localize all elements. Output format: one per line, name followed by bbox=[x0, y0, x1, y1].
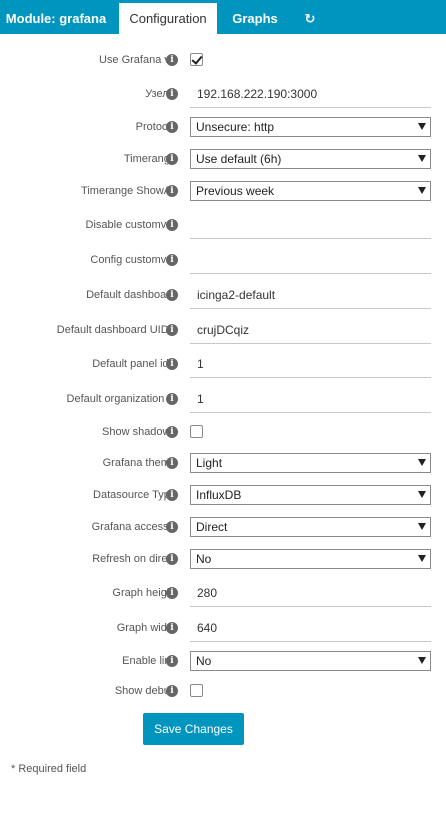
default-dashboard-uid-label: Default dashboard UID * bbox=[56, 324, 176, 336]
show-debug-checkbox[interactable] bbox=[190, 684, 203, 697]
tab-graphs[interactable]: Graphs bbox=[224, 3, 286, 34]
disable-customvar-input[interactable] bbox=[190, 211, 431, 239]
info-icon[interactable]: i bbox=[166, 358, 178, 370]
row-timerange-showall: Timerange ShowAll i Previous week bbox=[0, 177, 446, 205]
info-icon[interactable]: i bbox=[166, 121, 178, 133]
info-icon[interactable]: i bbox=[166, 54, 178, 66]
save-changes-button[interactable]: Save Changes bbox=[143, 713, 244, 745]
info-icon[interactable]: i bbox=[166, 521, 178, 533]
row-config-customvar: Config customvar i bbox=[0, 246, 446, 274]
info-icon[interactable]: i bbox=[166, 587, 178, 599]
grafana-access-value: Direct bbox=[196, 520, 228, 534]
default-organization-id-input[interactable]: 1 bbox=[190, 385, 431, 413]
grafana-theme-label: Grafana theme bbox=[102, 457, 176, 469]
grafana-access-select[interactable]: Direct bbox=[190, 517, 431, 537]
info-icon[interactable]: i bbox=[166, 457, 178, 469]
tab-bar: Module: grafana Configuration Graphs ↻ bbox=[0, 0, 446, 34]
info-icon[interactable]: i bbox=[166, 185, 178, 197]
row-host: Узел * i 192.168.222.190:3000 bbox=[0, 80, 446, 108]
default-panel-id-input[interactable]: 1 bbox=[190, 350, 431, 378]
chevron-down-icon bbox=[418, 555, 426, 562]
row-timerange: Timerange i Use default (6h) bbox=[0, 145, 446, 173]
grafana-theme-value: Light bbox=[196, 456, 223, 470]
info-icon[interactable]: i bbox=[166, 553, 178, 565]
timerange-showall-select[interactable]: Previous week bbox=[190, 181, 431, 201]
chevron-down-icon bbox=[418, 459, 426, 466]
enable-link-select[interactable]: No bbox=[190, 651, 431, 671]
disable-customvar-label: Disable customvar bbox=[85, 219, 176, 231]
row-grafana-theme: Grafana theme i Light bbox=[0, 449, 446, 477]
default-dashboard-label: Default dashboard bbox=[86, 289, 176, 301]
chevron-down-icon bbox=[418, 491, 426, 498]
info-icon[interactable]: i bbox=[166, 88, 178, 100]
refresh-on-direct-value: No bbox=[196, 552, 212, 566]
protocol-select[interactable]: Unsecure: http bbox=[190, 117, 431, 137]
info-icon[interactable]: i bbox=[166, 426, 178, 438]
datasource-type-label: Datasource Type bbox=[93, 489, 176, 501]
row-show-shadows: Show shadows i bbox=[0, 418, 446, 446]
row-grafana-access: Grafana access * i Direct bbox=[0, 513, 446, 541]
info-icon[interactable]: i bbox=[166, 153, 178, 165]
default-dashboard-input[interactable]: icinga2-default bbox=[190, 281, 431, 309]
row-datasource-type: Datasource Type i InfluxDB bbox=[0, 481, 446, 509]
required-field-note: * Required field bbox=[11, 763, 87, 775]
chevron-down-icon bbox=[418, 657, 426, 664]
row-refresh-on-direct: Refresh on direct i No bbox=[0, 545, 446, 573]
info-icon[interactable]: i bbox=[166, 254, 178, 266]
info-icon[interactable]: i bbox=[166, 393, 178, 405]
default-panel-id-label: Default panel id * bbox=[92, 358, 176, 370]
info-icon[interactable]: i bbox=[166, 622, 178, 634]
row-graph-width: Graph width i 640 bbox=[0, 614, 446, 642]
show-shadows-checkbox[interactable] bbox=[190, 425, 203, 438]
graph-height-input[interactable]: 280 bbox=[190, 579, 431, 607]
chevron-down-icon bbox=[418, 523, 426, 530]
row-graph-height: Graph height i 280 bbox=[0, 579, 446, 607]
chevron-down-icon bbox=[418, 187, 426, 194]
chevron-down-icon bbox=[418, 155, 426, 162]
info-icon[interactable]: i bbox=[166, 655, 178, 667]
timerange-showall-label: Timerange ShowAll bbox=[81, 185, 176, 197]
info-icon[interactable]: i bbox=[166, 324, 178, 336]
default-dashboard-uid-input[interactable]: crujDCqiz bbox=[190, 316, 431, 344]
config-customvar-label: Config customvar bbox=[90, 254, 176, 266]
host-input[interactable]: 192.168.222.190:3000 bbox=[190, 80, 431, 108]
tab-module-grafana[interactable]: Module: grafana bbox=[0, 3, 112, 34]
timerange-select[interactable]: Use default (6h) bbox=[190, 149, 431, 169]
info-icon[interactable]: i bbox=[166, 489, 178, 501]
config-customvar-input[interactable] bbox=[190, 246, 431, 274]
row-disable-customvar: Disable customvar i bbox=[0, 211, 446, 239]
row-protocol: Protocol i Unsecure: http bbox=[0, 113, 446, 141]
datasource-type-select[interactable]: InfluxDB bbox=[190, 485, 431, 505]
tab-configuration[interactable]: Configuration bbox=[119, 3, 217, 34]
protocol-value: Unsecure: http bbox=[196, 120, 275, 134]
info-icon[interactable]: i bbox=[166, 289, 178, 301]
refresh-on-direct-select[interactable]: No bbox=[190, 549, 431, 569]
enable-link-value: No bbox=[196, 654, 212, 668]
row-enable-link: Enable link i No bbox=[0, 647, 446, 675]
graph-width-input[interactable]: 640 bbox=[190, 614, 431, 642]
timerange-showall-value: Previous week bbox=[196, 184, 275, 198]
row-default-panel-id: Default panel id * i 1 bbox=[0, 350, 446, 378]
grafana-access-label: Grafana access * bbox=[91, 521, 176, 533]
info-icon[interactable]: i bbox=[166, 219, 178, 231]
chevron-down-icon bbox=[418, 123, 426, 130]
timerange-value: Use default (6h) bbox=[196, 152, 282, 166]
refresh-on-direct-label: Refresh on direct bbox=[92, 553, 176, 565]
datasource-type-value: InfluxDB bbox=[196, 488, 242, 502]
refresh-icon[interactable]: ↻ bbox=[293, 3, 327, 34]
row-default-dashboard: Default dashboard i icinga2-default bbox=[0, 281, 446, 309]
row-default-dashboard-uid: Default dashboard UID * i crujDCqiz bbox=[0, 316, 446, 344]
row-default-organization-id: Default organization id i 1 bbox=[0, 385, 446, 413]
use-grafana-v5-label: Use Grafana v5 bbox=[98, 54, 176, 66]
default-organization-id-label: Default organization id bbox=[66, 393, 176, 405]
grafana-theme-select[interactable]: Light bbox=[190, 453, 431, 473]
use-grafana-v5-checkbox[interactable] bbox=[190, 53, 203, 66]
show-shadows-label: Show shadows bbox=[102, 426, 176, 438]
row-use-grafana-v5: Use Grafana v5 i bbox=[0, 46, 446, 74]
row-show-debug: Show debug i bbox=[0, 677, 446, 705]
info-icon[interactable]: i bbox=[166, 685, 178, 697]
